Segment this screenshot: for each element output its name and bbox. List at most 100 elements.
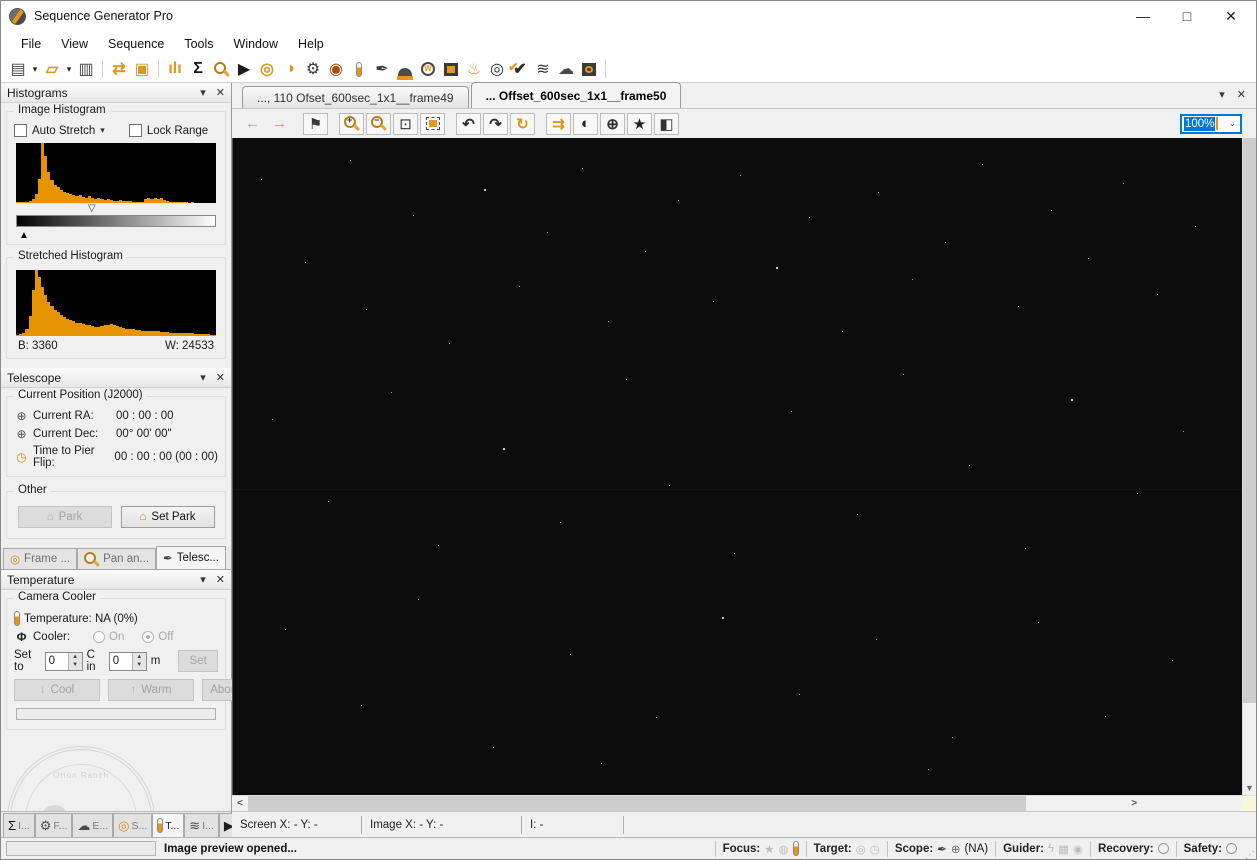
reticle-button[interactable]: ⊕ (600, 113, 625, 135)
new-sequence-button[interactable]: ▤ (7, 58, 29, 80)
tab-telescope[interactable]: ✒Telesc... (156, 546, 226, 569)
contrast-button[interactable]: ◐ (573, 113, 598, 135)
menu-tools[interactable]: Tools (174, 34, 223, 54)
panel-toggle-button[interactable]: ◧ (654, 113, 679, 135)
tab-environment[interactable]: ☁E... (72, 813, 113, 837)
horizontal-scrollbar[interactable]: < > (232, 795, 1256, 811)
tab-sequence-target[interactable]: ◎S... (113, 813, 152, 837)
star-mark-button[interactable]: ★ (627, 113, 652, 135)
cooler-off-radio[interactable] (142, 631, 154, 643)
auto-stretch-dropdown-icon[interactable]: ▾ (100, 125, 105, 136)
new-sequence-button-icon: ▤ (10, 59, 25, 79)
tab-image-history[interactable]: ≋I... (184, 813, 219, 837)
scroll-right-arrow[interactable]: > (1126, 796, 1142, 811)
tab-temperature[interactable]: T... (152, 813, 184, 837)
telescope-close-icon[interactable]: ✕ (216, 371, 225, 384)
tab-pan-and-zoom[interactable]: Pan an... (77, 548, 156, 569)
temperature-button[interactable] (348, 58, 370, 80)
document-tab-1[interactable]: ..., 110 Ofset_600sec_1x1__frame49 (242, 86, 469, 108)
auto-guide-button[interactable] (578, 58, 600, 80)
temperature-collapse-icon[interactable]: ▾ (200, 573, 206, 586)
tab-list-dropdown-icon[interactable]: ▾ (1219, 88, 1225, 101)
menu-file[interactable]: File (11, 34, 51, 54)
weather-button[interactable]: ☁ (555, 58, 577, 80)
set-button[interactable]: Set (178, 650, 218, 672)
image-histogram-button[interactable]: ılı (164, 58, 186, 80)
menu-view[interactable]: View (51, 34, 98, 54)
horizontal-scrollbar-thumb[interactable] (248, 796, 1026, 811)
dome-button[interactable] (394, 58, 416, 80)
maximize-button[interactable]: □ (1178, 8, 1196, 25)
slider-bottom-marker[interactable]: ▲ (19, 230, 29, 241)
rotate-ccw-button[interactable]: ↶ (456, 113, 481, 135)
control-panel-button[interactable]: ▣ (131, 58, 153, 80)
open-sequence-button[interactable]: ▱ (41, 58, 63, 80)
refresh-button[interactable]: ↻ (510, 113, 535, 135)
flat-panel-button[interactable] (440, 58, 462, 80)
image-history-button[interactable]: ≋ (532, 58, 554, 80)
histograms-close-icon[interactable]: ✕ (216, 86, 225, 99)
camera-button[interactable]: ◎ (256, 58, 278, 80)
chevron-down-icon[interactable]: ⌄ (1228, 118, 1236, 129)
run-sequence-button[interactable]: ▶ (233, 58, 255, 80)
duration-stepper[interactable]: 0 ▲▼ (109, 652, 147, 671)
vertical-scrollbar[interactable]: ▼ (1242, 138, 1256, 795)
panel-telescope: Telescope ▾ ✕ Current Position (J2000) ⊕… (1, 368, 231, 543)
telescope-collapse-icon[interactable]: ▾ (200, 371, 206, 384)
flip-flat-button[interactable]: ♨ (463, 58, 485, 80)
auto-stretch-checkbox[interactable] (14, 124, 27, 137)
tab-close-icon[interactable]: ✕ (1237, 88, 1246, 101)
nav-back-button[interactable]: ← (240, 113, 265, 135)
lock-range-checkbox[interactable] (129, 124, 142, 137)
temperature-close-icon[interactable]: ✕ (216, 573, 225, 586)
set-park-button[interactable]: ⌂ Set Park (121, 506, 215, 528)
focuser-button[interactable]: ◉ (325, 58, 347, 80)
mark-bad-button[interactable]: ⚑ (303, 113, 328, 135)
star-point (418, 599, 419, 600)
tab-frame-and-focus[interactable]: ◎Frame ... (3, 548, 77, 569)
lightning-icon: ϟ (1048, 843, 1054, 855)
open-sequence-dropdown[interactable]: ▾ (64, 58, 74, 80)
zoom-in-button[interactable]: + (339, 113, 364, 135)
rotate-cw-button[interactable]: ↷ (483, 113, 508, 135)
guide-star-icon: ◉ (1073, 842, 1083, 856)
warm-button[interactable]: ↑ Warm (108, 679, 194, 701)
park-button[interactable]: ⌂ Park (18, 506, 112, 528)
menu-window[interactable]: Window (224, 34, 288, 54)
set-temperature-stepper[interactable]: 0 ▲▼ (45, 652, 83, 671)
menu-help[interactable]: Help (288, 34, 334, 54)
tab-filters[interactable]: ⚙F... (35, 813, 73, 837)
filter-wheel-button[interactable]: ◑ (279, 58, 301, 80)
resize-grip[interactable] (1244, 838, 1256, 859)
cool-button[interactable]: ↓ Cool (14, 679, 100, 701)
sequencer-button[interactable]: ⇄ (108, 58, 130, 80)
scroll-down-arrow[interactable]: ▼ (1243, 780, 1256, 795)
center-target-button[interactable]: ◎ (486, 58, 508, 80)
new-sequence-dropdown[interactable]: ▾ (30, 58, 40, 80)
selection-button[interactable] (420, 113, 445, 135)
document-tab-2[interactable]: ... Offset_600sec_1x1__frame50 (471, 82, 682, 108)
minimize-button[interactable]: — (1134, 8, 1152, 25)
save-sequence-button[interactable]: ▥ (75, 58, 97, 80)
flashlight-button[interactable]: ✒ (371, 58, 393, 80)
nav-forward-button[interactable]: → (267, 113, 292, 135)
settings-button[interactable]: ⚙ (302, 58, 324, 80)
find-target-button[interactable] (210, 58, 232, 80)
auto-stretch-button[interactable]: ⇉ (546, 113, 571, 135)
zoom-level-combo[interactable]: 100%⌄ (1180, 114, 1242, 134)
observatory-button[interactable]: W (417, 58, 439, 80)
zoom-out-button[interactable]: − (366, 113, 391, 135)
menu-sequence[interactable]: Sequence (98, 34, 174, 54)
histograms-collapse-icon[interactable]: ▾ (200, 86, 206, 99)
vertical-scrollbar-thumb[interactable] (1243, 138, 1256, 703)
plate-solve-button[interactable]: ✔ (509, 58, 531, 80)
scroll-left-arrow[interactable]: < (232, 796, 248, 811)
histogram-gradient-bar[interactable] (16, 215, 216, 227)
cooler-on-radio[interactable] (93, 631, 105, 643)
image-canvas[interactable] (232, 138, 1242, 795)
close-button[interactable]: ✕ (1222, 8, 1240, 25)
slider-top-marker[interactable]: ▽ (88, 203, 96, 214)
zoom-fit-button[interactable]: ⊡ (393, 113, 418, 135)
image-statistics-button[interactable]: Σ (187, 58, 209, 80)
tab-image-statistics[interactable]: ΣI... (3, 813, 35, 837)
